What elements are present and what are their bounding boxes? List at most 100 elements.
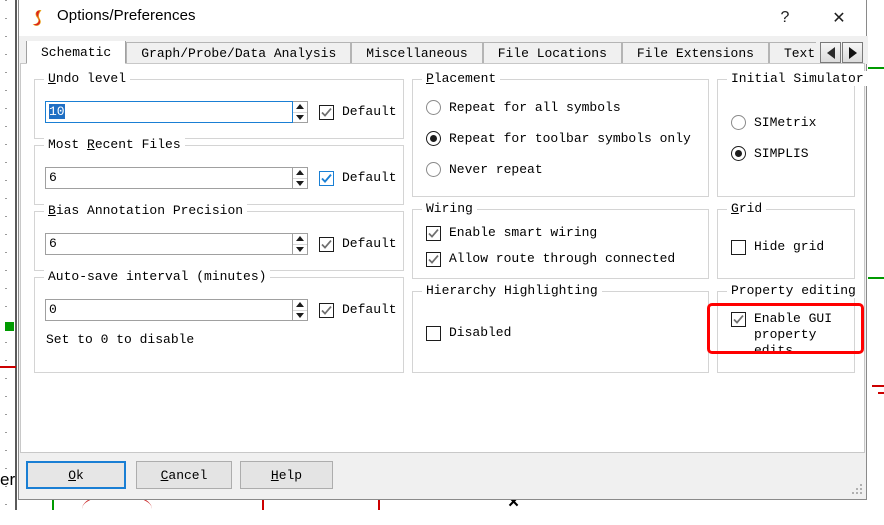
group-bias-annotation-precision-legend: Bias Annotation Precision	[44, 203, 248, 218]
group-undo-level: Undo level 10 Default	[34, 71, 404, 139]
background-green-mark-right-top	[868, 67, 884, 69]
group-hierarchy-highlighting-legend: Hierarchy Highlighting	[422, 283, 602, 298]
background-red-mark-far-right	[878, 392, 884, 394]
group-hierarchy-highlighting: Hierarchy Highlighting Disabled	[412, 283, 709, 373]
checkbox-enable-smart-wiring[interactable]: Enable smart wiring	[426, 225, 597, 241]
undo-level-default-checkbox[interactable]: Default	[319, 104, 397, 120]
stepper-up-icon[interactable]	[293, 300, 307, 311]
help-button[interactable]: Help	[240, 461, 333, 489]
checkbox-box	[426, 226, 441, 241]
radio-label: Repeat for all symbols	[449, 100, 621, 115]
radio-label: Repeat for toolbar symbols only	[449, 131, 691, 146]
stepper-up-icon[interactable]	[293, 168, 307, 179]
ok-button[interactable]: Ok	[26, 461, 126, 489]
tab-file-locations[interactable]: File Locations	[482, 42, 622, 64]
undo-level-stepper[interactable]	[293, 101, 308, 123]
tab-scroll-left-icon[interactable]	[820, 42, 841, 63]
most-recent-files-default-checkbox[interactable]: Default	[319, 170, 397, 186]
close-icon-button[interactable]: ✕	[816, 0, 862, 36]
checkbox-label: Allow route through connected	[449, 251, 676, 266]
group-wiring-legend: Wiring	[422, 201, 477, 216]
stepper-down-icon[interactable]	[293, 245, 307, 255]
bias-precision-field-row: 6 Default	[45, 233, 397, 255]
stepper-up-icon[interactable]	[293, 102, 307, 113]
group-wiring: Wiring Enable smart wiring Allow route t…	[412, 201, 709, 279]
grid-dots	[5, 0, 7, 510]
tab-graph-probe-data-analysis[interactable]: Graph/Probe/Data Analysis	[126, 42, 352, 64]
bias-precision-value: 6	[49, 236, 57, 251]
dialog-button-bar: Ok Cancel Help	[19, 453, 866, 499]
page-title: Options/Preferences	[57, 7, 196, 24]
tab-miscellaneous[interactable]: Miscellaneous	[351, 42, 483, 64]
radio-label: SIMetrix	[754, 115, 817, 130]
group-bias-annotation-precision: Bias Annotation Precision 6 Default	[34, 203, 404, 271]
stepper-up-icon[interactable]	[293, 234, 307, 245]
radio-simplis[interactable]: SIMPLIS	[731, 146, 809, 161]
checkbox-hide-grid[interactable]: Hide grid	[731, 239, 824, 255]
tab-strip: Schematic Graph/Probe/Data Analysis Misc…	[19, 36, 868, 64]
radio-button-circle	[426, 131, 441, 146]
title-bar: Options/Preferences ? ✕	[19, 0, 866, 37]
resize-grip-icon[interactable]	[851, 484, 863, 496]
group-initial-simulator: Initial Simulator SIMetrix SIMPLIS	[717, 71, 868, 197]
group-most-recent-files: Most Recent Files 6 Default	[34, 137, 404, 205]
radio-repeat-all-symbols[interactable]: Repeat for all symbols	[426, 100, 621, 115]
checkbox-box	[426, 252, 441, 267]
bias-precision-stepper[interactable]	[293, 233, 308, 255]
checkbox-label: Enable smart wiring	[449, 225, 598, 240]
radio-button-circle	[426, 162, 441, 177]
auto-save-hint: Set to 0 to disable	[46, 332, 195, 347]
checkbox-box	[319, 237, 334, 252]
simetrix-s-logo-icon	[26, 7, 48, 29]
background-green-mark-right-mid	[868, 277, 884, 279]
background-red-line-left	[0, 366, 16, 368]
checkbox-enable-gui-property-edits[interactable]: Enable GUI property edits	[731, 311, 854, 359]
most-recent-files-stepper[interactable]	[293, 167, 308, 189]
undo-level-input[interactable]: 10	[45, 101, 293, 123]
tab-file-extensions[interactable]: File Extensions	[621, 42, 769, 64]
group-grid-legend: Grid	[727, 201, 767, 216]
tab-scroll-right-icon[interactable]	[842, 42, 863, 63]
radio-never-repeat[interactable]: Never repeat	[426, 162, 543, 177]
group-property-editing: Property editing Enable GUI property edi…	[717, 283, 860, 373]
triangle-right-icon	[848, 46, 857, 59]
bias-precision-default-checkbox[interactable]: Default	[319, 236, 397, 252]
auto-save-default-label: Default	[342, 302, 397, 317]
checkbox-box	[426, 326, 441, 341]
radio-button-circle	[426, 100, 441, 115]
auto-save-stepper[interactable]	[293, 299, 308, 321]
checkbox-box	[319, 171, 334, 186]
checkbox-label: Enable GUI property edits	[754, 311, 833, 358]
group-initial-simulator-legend: Initial Simulator	[727, 71, 868, 86]
stepper-down-icon[interactable]	[293, 113, 307, 123]
tab-text-editor[interactable]: Text E	[768, 42, 816, 64]
radio-label: Never repeat	[449, 162, 543, 177]
undo-level-default-label: Default	[342, 104, 397, 119]
group-undo-level-legend: Undo level	[44, 71, 131, 86]
stepper-down-icon[interactable]	[293, 179, 307, 189]
bias-precision-input[interactable]: 6	[45, 233, 293, 255]
group-placement-legend: Placement	[422, 71, 501, 86]
auto-save-value: 0	[49, 302, 57, 317]
checkbox-box	[319, 303, 334, 318]
triangle-left-icon	[826, 46, 835, 59]
help-icon-button[interactable]: ?	[762, 0, 808, 36]
cancel-button[interactable]: Cancel	[136, 461, 232, 489]
auto-save-input[interactable]: 0	[45, 299, 293, 321]
radio-repeat-toolbar-symbols-only[interactable]: Repeat for toolbar symbols only	[426, 131, 691, 146]
group-most-recent-files-legend: Most Recent Files	[44, 137, 185, 152]
schematic-tab-panel: Undo level 10 Default Most Recent Files	[20, 63, 868, 453]
checkbox-box	[319, 105, 334, 120]
checkbox-hierarchy-disabled[interactable]: Disabled	[426, 325, 511, 341]
radio-simetrix[interactable]: SIMetrix	[731, 115, 816, 130]
checkbox-allow-route-through-connected[interactable]: Allow route through connected	[426, 251, 675, 267]
stepper-down-icon[interactable]	[293, 311, 307, 321]
background-rule-left	[15, 0, 17, 510]
bias-precision-default-label: Default	[342, 236, 397, 251]
tab-schematic[interactable]: Schematic	[26, 41, 127, 64]
group-auto-save-interval-legend: Auto-save interval (minutes)	[44, 269, 271, 284]
checkbox-box	[731, 312, 746, 327]
background-green-mark-left	[5, 322, 14, 331]
auto-save-default-checkbox[interactable]: Default	[319, 302, 397, 318]
most-recent-files-input[interactable]: 6	[45, 167, 293, 189]
